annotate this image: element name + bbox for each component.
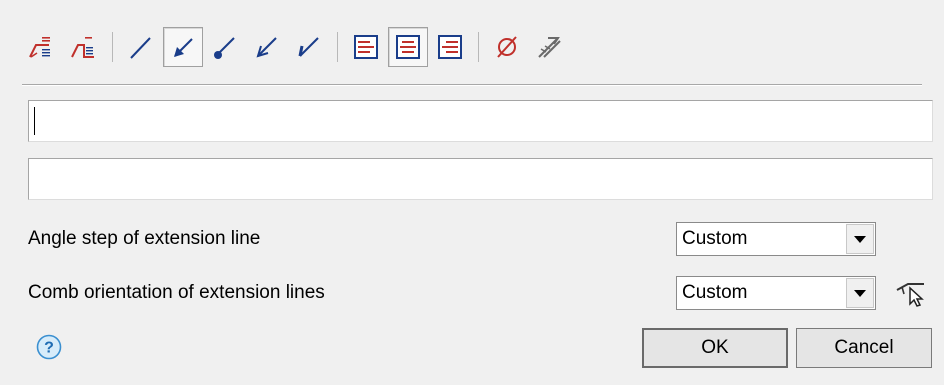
text-above-field[interactable] — [28, 100, 933, 142]
chevron-down-icon[interactable] — [846, 278, 874, 308]
text-below-field[interactable] — [28, 158, 933, 200]
text-caret — [34, 107, 35, 135]
chevron-down-icon[interactable] — [846, 224, 874, 254]
align-center-icon[interactable] — [388, 27, 428, 67]
help-icon[interactable]: ? — [36, 334, 62, 360]
ok-button[interactable]: OK — [642, 328, 788, 368]
comb-orientation-value: Custom — [682, 282, 748, 303]
toolbar-separator — [478, 32, 479, 62]
angle-step-select[interactable]: Custom — [676, 222, 876, 256]
comb-orientation-select[interactable]: Custom — [676, 276, 876, 310]
svg-text:?: ? — [44, 340, 54, 357]
align-right-icon[interactable] — [430, 27, 470, 67]
align-left-icon[interactable] — [346, 27, 386, 67]
cancel-button[interactable]: Cancel — [796, 328, 932, 368]
leader-open-arrow-icon[interactable] — [247, 27, 287, 67]
toolbar — [22, 22, 571, 72]
extension-line-text-up-icon[interactable] — [22, 27, 62, 67]
leader-dot-icon[interactable] — [205, 27, 245, 67]
toolbar-separator — [112, 32, 113, 62]
separator-line — [22, 84, 922, 86]
extension-line-text-down-icon[interactable] — [64, 27, 104, 67]
angle-step-value: Custom — [682, 228, 748, 249]
pick-direction-icon[interactable] — [894, 276, 928, 310]
diameter-symbol-icon[interactable] — [487, 27, 527, 67]
angle-step-label: Angle step of extension line — [28, 228, 261, 249]
leader-filled-arrow-icon[interactable] — [163, 27, 203, 67]
leader-none-icon[interactable] — [121, 27, 161, 67]
comb-orientation-label: Comb orientation of extension lines — [28, 282, 325, 303]
pointer-on-surface-icon[interactable] — [529, 27, 569, 67]
leader-tick-arrow-icon[interactable] — [289, 27, 329, 67]
toolbar-separator — [337, 32, 338, 62]
